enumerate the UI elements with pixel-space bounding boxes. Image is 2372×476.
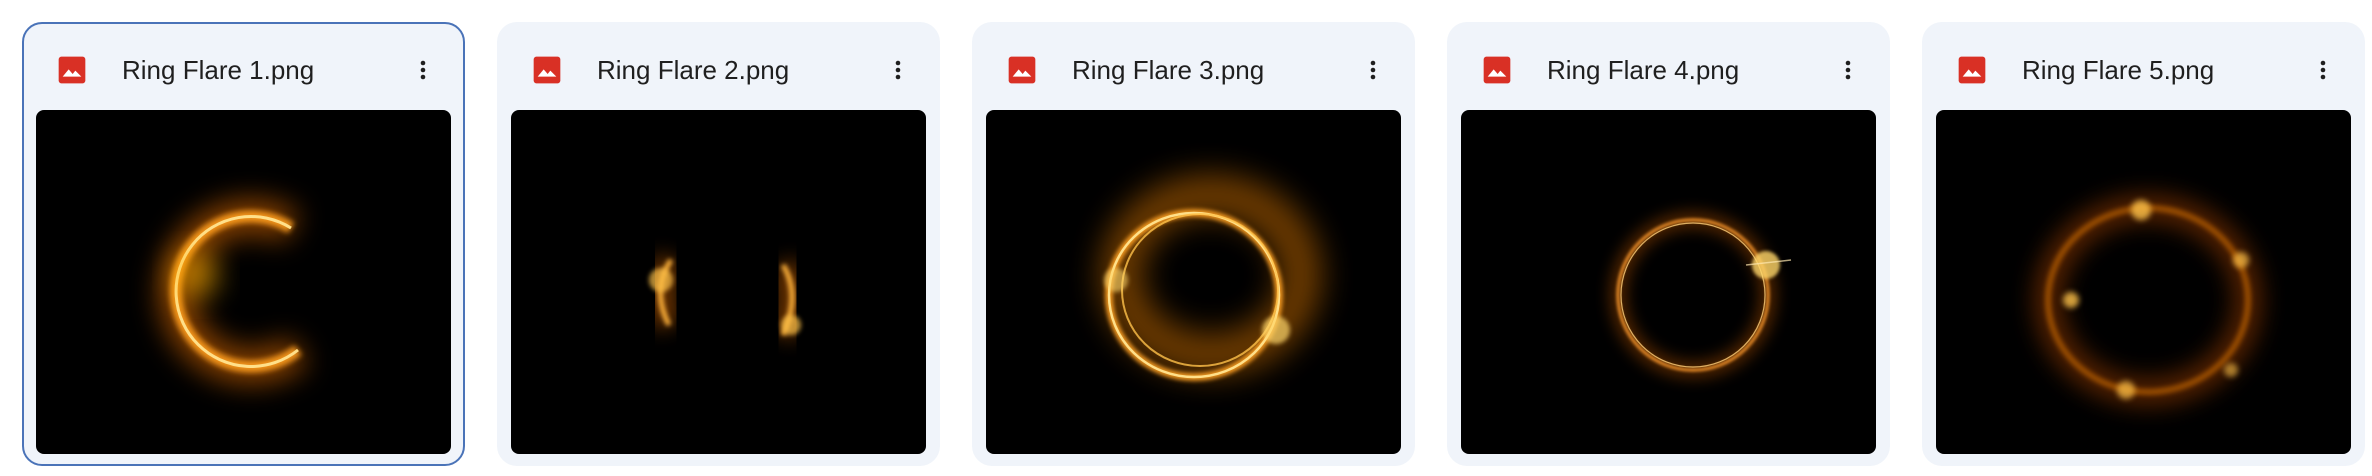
image-thumbnail[interactable] xyxy=(1461,110,1876,454)
file-card-header: Ring Flare 4.png xyxy=(1449,24,1888,110)
more-options-button[interactable] xyxy=(1828,50,1868,90)
file-card-header: Ring Flare 2.png xyxy=(499,24,938,110)
ring-flare-image xyxy=(1611,213,1792,377)
more-vert-icon xyxy=(1370,60,1376,80)
more-vert-icon xyxy=(895,60,901,80)
image-thumbnail[interactable] xyxy=(511,110,926,454)
image-icon xyxy=(1483,56,1511,84)
file-name: Ring Flare 2.png xyxy=(597,55,790,85)
more-options-button[interactable] xyxy=(403,50,443,90)
file-card-ring-flare-3[interactable]: Ring Flare 3.png xyxy=(972,22,1415,466)
more-vert-icon xyxy=(420,60,426,80)
file-name: Ring Flare 3.png xyxy=(1072,55,1265,85)
file-card-header: Ring Flare 1.png xyxy=(24,24,463,110)
file-card-ring-flare-4[interactable]: Ring Flare 4.png xyxy=(1447,22,1890,466)
more-options-button[interactable] xyxy=(2303,50,2343,90)
file-card-ring-flare-5[interactable]: Ring Flare 5.png xyxy=(1922,22,2365,466)
file-card-header: Ring Flare 3.png xyxy=(974,24,1413,110)
image-thumbnail[interactable] xyxy=(1936,110,2351,454)
image-icon xyxy=(1958,56,1986,84)
ring-flare-image xyxy=(1101,175,1321,381)
ring-flare-image xyxy=(159,199,309,384)
ring-flare-image xyxy=(647,252,805,341)
more-options-button[interactable] xyxy=(1353,50,1393,90)
image-thumbnail[interactable] xyxy=(986,110,1401,454)
file-card-ring-flare-2[interactable]: Ring Flare 2.png xyxy=(497,22,940,466)
more-vert-icon xyxy=(1845,60,1851,80)
file-grid: Ring Flare 1.png Ring Flare 2.png Ring F… xyxy=(0,0,2372,476)
more-vert-icon xyxy=(2320,60,2326,80)
image-thumbnail[interactable] xyxy=(36,110,451,454)
image-icon xyxy=(1008,56,1036,84)
file-name: Ring Flare 5.png xyxy=(2022,55,2215,85)
more-options-button[interactable] xyxy=(878,50,918,90)
file-name: Ring Flare 1.png xyxy=(122,55,315,85)
file-name: Ring Flare 4.png xyxy=(1547,55,1740,85)
file-card-header: Ring Flare 5.png xyxy=(1924,24,2363,110)
image-icon xyxy=(533,56,561,84)
ring-flare-image xyxy=(2035,195,2261,405)
image-icon xyxy=(58,56,86,84)
file-card-ring-flare-1[interactable]: Ring Flare 1.png xyxy=(22,22,465,466)
